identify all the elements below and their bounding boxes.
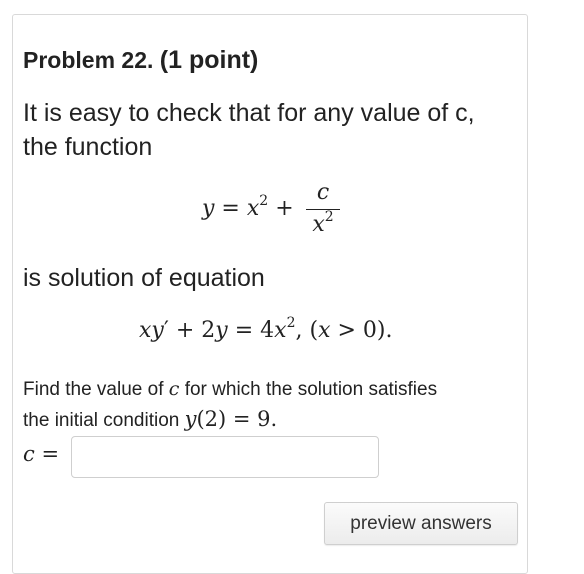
solution-text: is solution of equation xyxy=(23,264,265,292)
question-line-2: the initial condition y(2) = 9. xyxy=(23,407,278,431)
intro-line-1: It is easy to check that for any value o… xyxy=(23,99,475,127)
fraction-numerator: c xyxy=(316,180,330,205)
fraction-denominator: x2 xyxy=(312,209,334,237)
question-line-1: Find the value of c for which the soluti… xyxy=(23,378,438,400)
problem-points: (1 point) xyxy=(159,46,259,74)
equation-fraction: c x2 xyxy=(306,180,340,237)
answer-label: c = xyxy=(23,442,60,466)
differential-equation: xy′ + 2y = 4x2, (x > 0). xyxy=(139,315,393,343)
intro-line-2: the function xyxy=(23,133,153,161)
answer-input[interactable] xyxy=(71,436,379,478)
fraction-bar xyxy=(306,209,340,210)
problem-label: Problem 22. xyxy=(23,47,154,73)
equation-lhs: y = x2 + xyxy=(202,193,294,221)
problem-heading: Problem 22. (1 point) xyxy=(23,46,258,75)
preview-answers-button[interactable]: preview answers xyxy=(324,502,518,545)
